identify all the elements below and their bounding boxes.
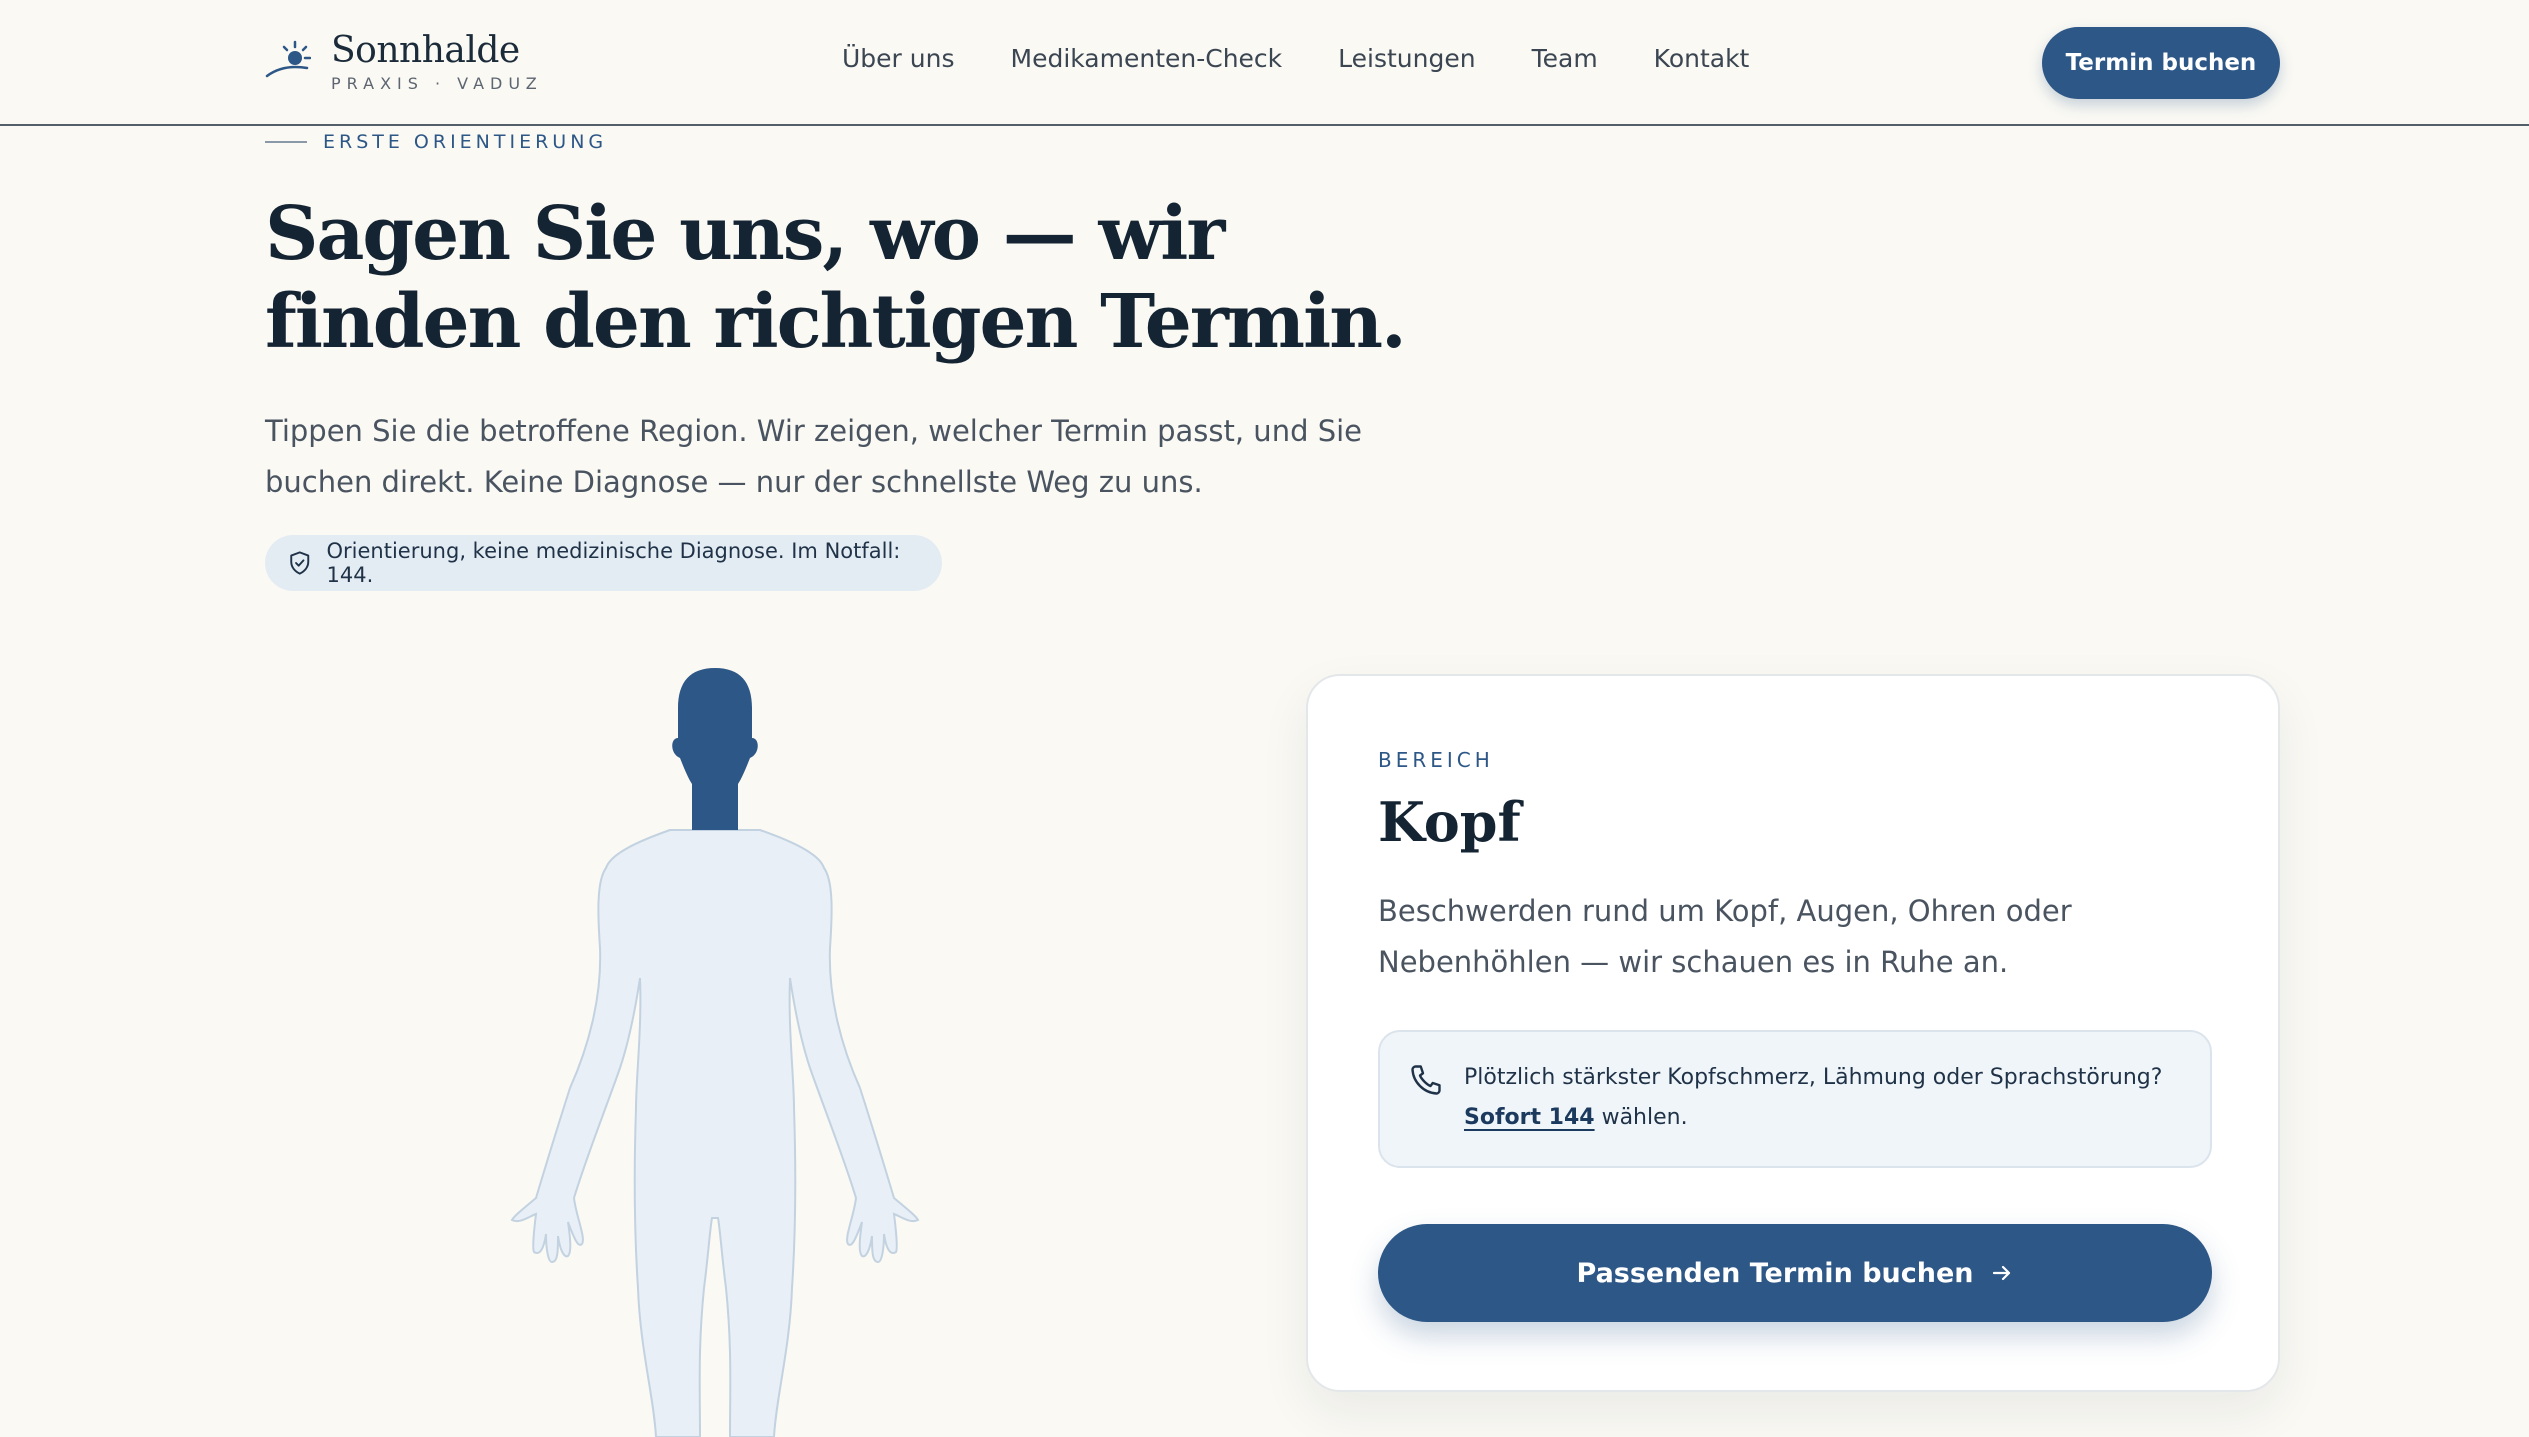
page-title-line-2: finden den richtigen Termin. xyxy=(265,279,1407,365)
emergency-alert-suffix: wählen. xyxy=(1594,1105,1688,1130)
cta-label: Passenden Termin buchen xyxy=(1576,1257,1974,1289)
main-nav: Über uns Medikamenten-Check Leistungen T… xyxy=(842,44,1749,84)
page-title: Sagen Sie uns, wo — wir finden den richt… xyxy=(265,190,1465,366)
shield-icon xyxy=(290,551,310,575)
site-header: Sonnhalde PRAXIS · VADUZ Über uns Medika… xyxy=(0,0,2529,126)
emergency-alert-text: Plötzlich stärkster Kopfschmerz, Lähmung… xyxy=(1464,1058,2194,1138)
emergency-call-link[interactable]: Sofort 144 xyxy=(1464,1105,1595,1130)
body-region-head[interactable] xyxy=(672,668,758,830)
disclaimer-text: Orientierung, keine medizinische Diagnos… xyxy=(326,539,901,587)
card-description: Beschwerden rund um Kopf, Augen, Ohren o… xyxy=(1378,894,2072,979)
nav-item-ueber-uns[interactable]: Über uns xyxy=(842,44,955,84)
brand-logo[interactable]: Sonnhalde PRAXIS · VADUZ xyxy=(265,30,565,100)
hero-eyebrow: ERSTE ORIENTIERUNG xyxy=(265,131,607,153)
eyebrow-divider xyxy=(265,141,307,143)
book-appointment-button[interactable]: Termin buchen xyxy=(2042,27,2280,99)
brand-tagline: PRAXIS · VADUZ xyxy=(331,74,543,93)
emergency-alert-question: Plötzlich stärkster Kopfschmerz, Lähmung… xyxy=(1464,1065,2163,1090)
nav-item-medikamenten-check[interactable]: Medikamenten-Check xyxy=(1011,44,1283,84)
nav-item-kontakt[interactable]: Kontakt xyxy=(1654,44,1750,84)
hero-lead: Tippen Sie die betroffene Region. Wir ze… xyxy=(265,414,1363,499)
brand-name: Sonnhalde xyxy=(331,30,520,71)
region-info-card: BEREICH Kopf Beschwerden rund um Kopf, A… xyxy=(1306,674,2280,1392)
disclaimer-badge: Orientierung, keine medizinische Diagnos… xyxy=(265,535,942,591)
body-map xyxy=(510,668,920,1437)
card-title: Kopf xyxy=(1378,790,1521,854)
emergency-alert: Plötzlich stärkster Kopfschmerz, Lähmung… xyxy=(1378,1030,2212,1168)
phone-icon xyxy=(1411,1065,1441,1095)
book-matching-appointment-button[interactable]: Passenden Termin buchen xyxy=(1378,1224,2212,1322)
page-title-line-1: Sagen Sie uns, wo — wir xyxy=(265,191,1225,277)
hero-eyebrow-text: ERSTE ORIENTIERUNG xyxy=(323,131,608,153)
sun-icon xyxy=(265,40,311,78)
body-region-torso[interactable] xyxy=(510,829,920,1437)
nav-item-leistungen[interactable]: Leistungen xyxy=(1338,44,1475,84)
nav-item-team[interactable]: Team xyxy=(1532,44,1598,84)
arrow-right-icon xyxy=(1992,1265,2010,1281)
card-eyebrow: BEREICH xyxy=(1378,748,1494,772)
